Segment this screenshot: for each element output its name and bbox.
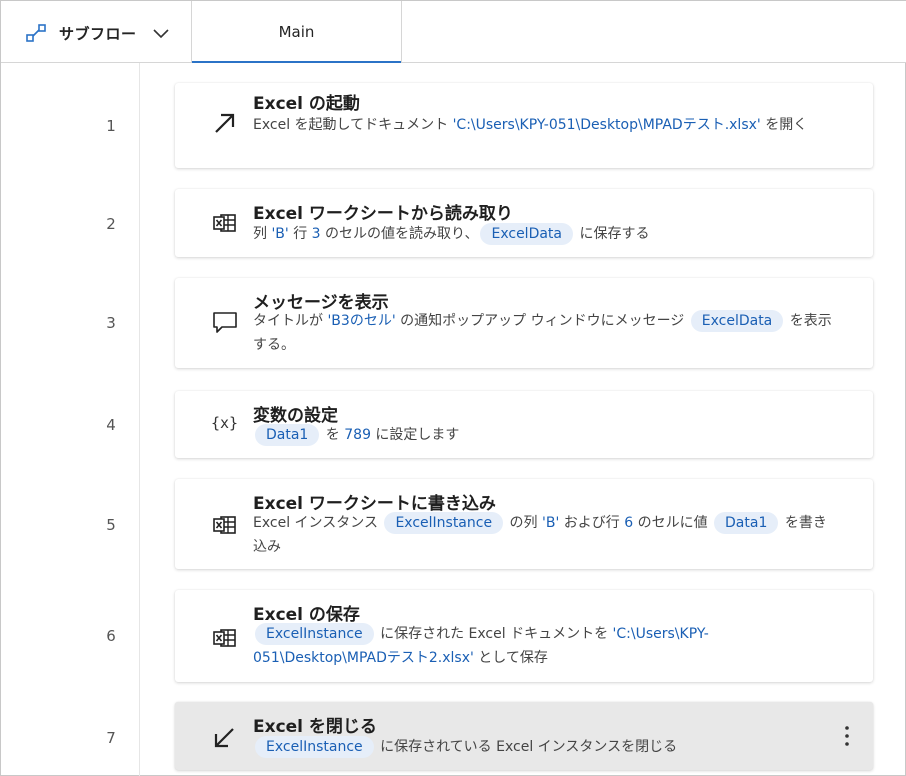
description-text: のセルの値を読み取り、: [320, 226, 479, 242]
description-text: 列: [253, 226, 272, 242]
variable-token: ExcelInstance: [255, 623, 374, 645]
action-description: タイトルが 'B3のセル' の通知ポップアップ ウィンドウにメッセージ Exce…: [253, 309, 833, 357]
action-title: Excel を閉じる: [253, 717, 377, 737]
action-card[interactable]: Excel ワークシートに書き込み Excel インスタンス ExcelInsta…: [175, 479, 873, 569]
step-number: 4: [106, 416, 116, 434]
variable-token: ExcelInstance: [255, 736, 374, 758]
arrow-up-right-icon: [211, 109, 239, 137]
description-text: のセルに値: [633, 515, 713, 531]
variable-token: Data1: [255, 424, 320, 446]
tab-main[interactable]: Main: [192, 1, 401, 63]
description-text: Excel を起動してドキュメント: [253, 117, 453, 133]
header-bar: サブフロー Main: [1, 1, 906, 63]
parameter-value: 'B': [271, 226, 289, 242]
arrow-down-left-icon: [211, 724, 239, 752]
action-title: Excel ワークシートから読み取り: [253, 204, 513, 224]
variable-icon: {x}: [211, 414, 239, 432]
description-text: タイトルが: [253, 313, 328, 329]
action-description: Data1 を 789 に設定します: [253, 423, 833, 447]
step-number: 7: [106, 729, 116, 747]
tab-divider: [401, 1, 402, 63]
more-options-icon[interactable]: [837, 722, 857, 750]
excel-table-icon: [211, 511, 239, 539]
description-text: として保存: [473, 650, 548, 666]
step-number: 3: [106, 314, 116, 332]
description-text: に保存する: [575, 226, 650, 242]
action-card[interactable]: {x} 変数の設定 Data1 を 789 に設定します: [175, 391, 873, 458]
variable-token: ExcelData: [690, 310, 784, 332]
variable-token: ExcelInstance: [384, 512, 504, 534]
step-number: 1: [106, 117, 116, 135]
excel-table-icon: [211, 209, 239, 237]
parameter-value: 'C:\Users\KPY-051\Desktop\MPADテスト.xlsx': [452, 117, 761, 133]
parameter-value: 789: [344, 427, 371, 443]
variable-token: ExcelData: [480, 223, 573, 245]
variable-token: Data1: [714, 512, 779, 534]
description-text: および行: [559, 515, 625, 531]
parameter-value: 3: [311, 226, 321, 242]
action-card[interactable]: Excel の起動 Excel を起動してドキュメント 'C:\Users\KPY…: [175, 83, 873, 168]
action-description: Excel を起動してドキュメント 'C:\Users\KPY-051\Desk…: [253, 113, 833, 137]
flow-designer-window: サブフロー Main 1 Excel の起動 Excel を起動してドキュメント '…: [0, 0, 906, 776]
description-text: 行: [288, 226, 312, 242]
parameter-value: 'B': [541, 515, 560, 531]
action-description: ExcelInstance に保存された Excel ドキュメントを 'C:\U…: [253, 622, 833, 670]
description-text: の列: [505, 515, 542, 531]
action-card[interactable]: Excel の保存 ExcelInstance に保存された Excel ドキュメ…: [175, 590, 873, 682]
description-text: の通知ポップアップ ウィンドウにメッセージ: [395, 313, 689, 329]
description-text: Excel インスタンス: [253, 515, 383, 531]
excel-table-icon: [211, 624, 239, 652]
subflow-icon: [26, 24, 46, 42]
action-card[interactable]: メッセージを表示 タイトルが 'B3のセル' の通知ポップアップ ウィンドウにメッ…: [175, 278, 873, 368]
chevron-down-icon[interactable]: [151, 23, 171, 43]
step-number: 5: [106, 516, 116, 534]
subflow-label: サブフロー: [59, 24, 137, 43]
description-text: を開く: [760, 117, 808, 133]
step-number: 2: [106, 215, 116, 233]
subflow-dropdown[interactable]: サブフロー: [25, 21, 169, 45]
action-card[interactable]: Excel を閉じる ExcelInstance に保存されている Excel イ…: [175, 702, 873, 770]
action-description: Excel インスタンス ExcelInstance の列 'B' および行 6…: [253, 511, 833, 559]
action-description: 列 'B' 行 3 のセルの値を読み取り、 ExcelData に保存する: [253, 222, 833, 246]
message-icon: [211, 308, 239, 336]
action-description: ExcelInstance に保存されている Excel インスタンスを閉じる: [253, 735, 833, 759]
parameter-value: 6: [624, 515, 634, 531]
description-text: に設定します: [370, 427, 460, 443]
action-title: Excel の起動: [253, 94, 360, 114]
action-card[interactable]: Excel ワークシートから読み取り列 'B' 行 3 のセルの値を読み取り、 E…: [175, 189, 873, 257]
description-text: を: [321, 427, 345, 443]
description-text: に保存されている Excel インスタンスを閉じる: [375, 739, 678, 755]
step-number: 6: [106, 627, 116, 645]
description-text: に保存された Excel ドキュメントを: [375, 626, 613, 642]
parameter-value: 'B3のセル': [327, 313, 396, 329]
